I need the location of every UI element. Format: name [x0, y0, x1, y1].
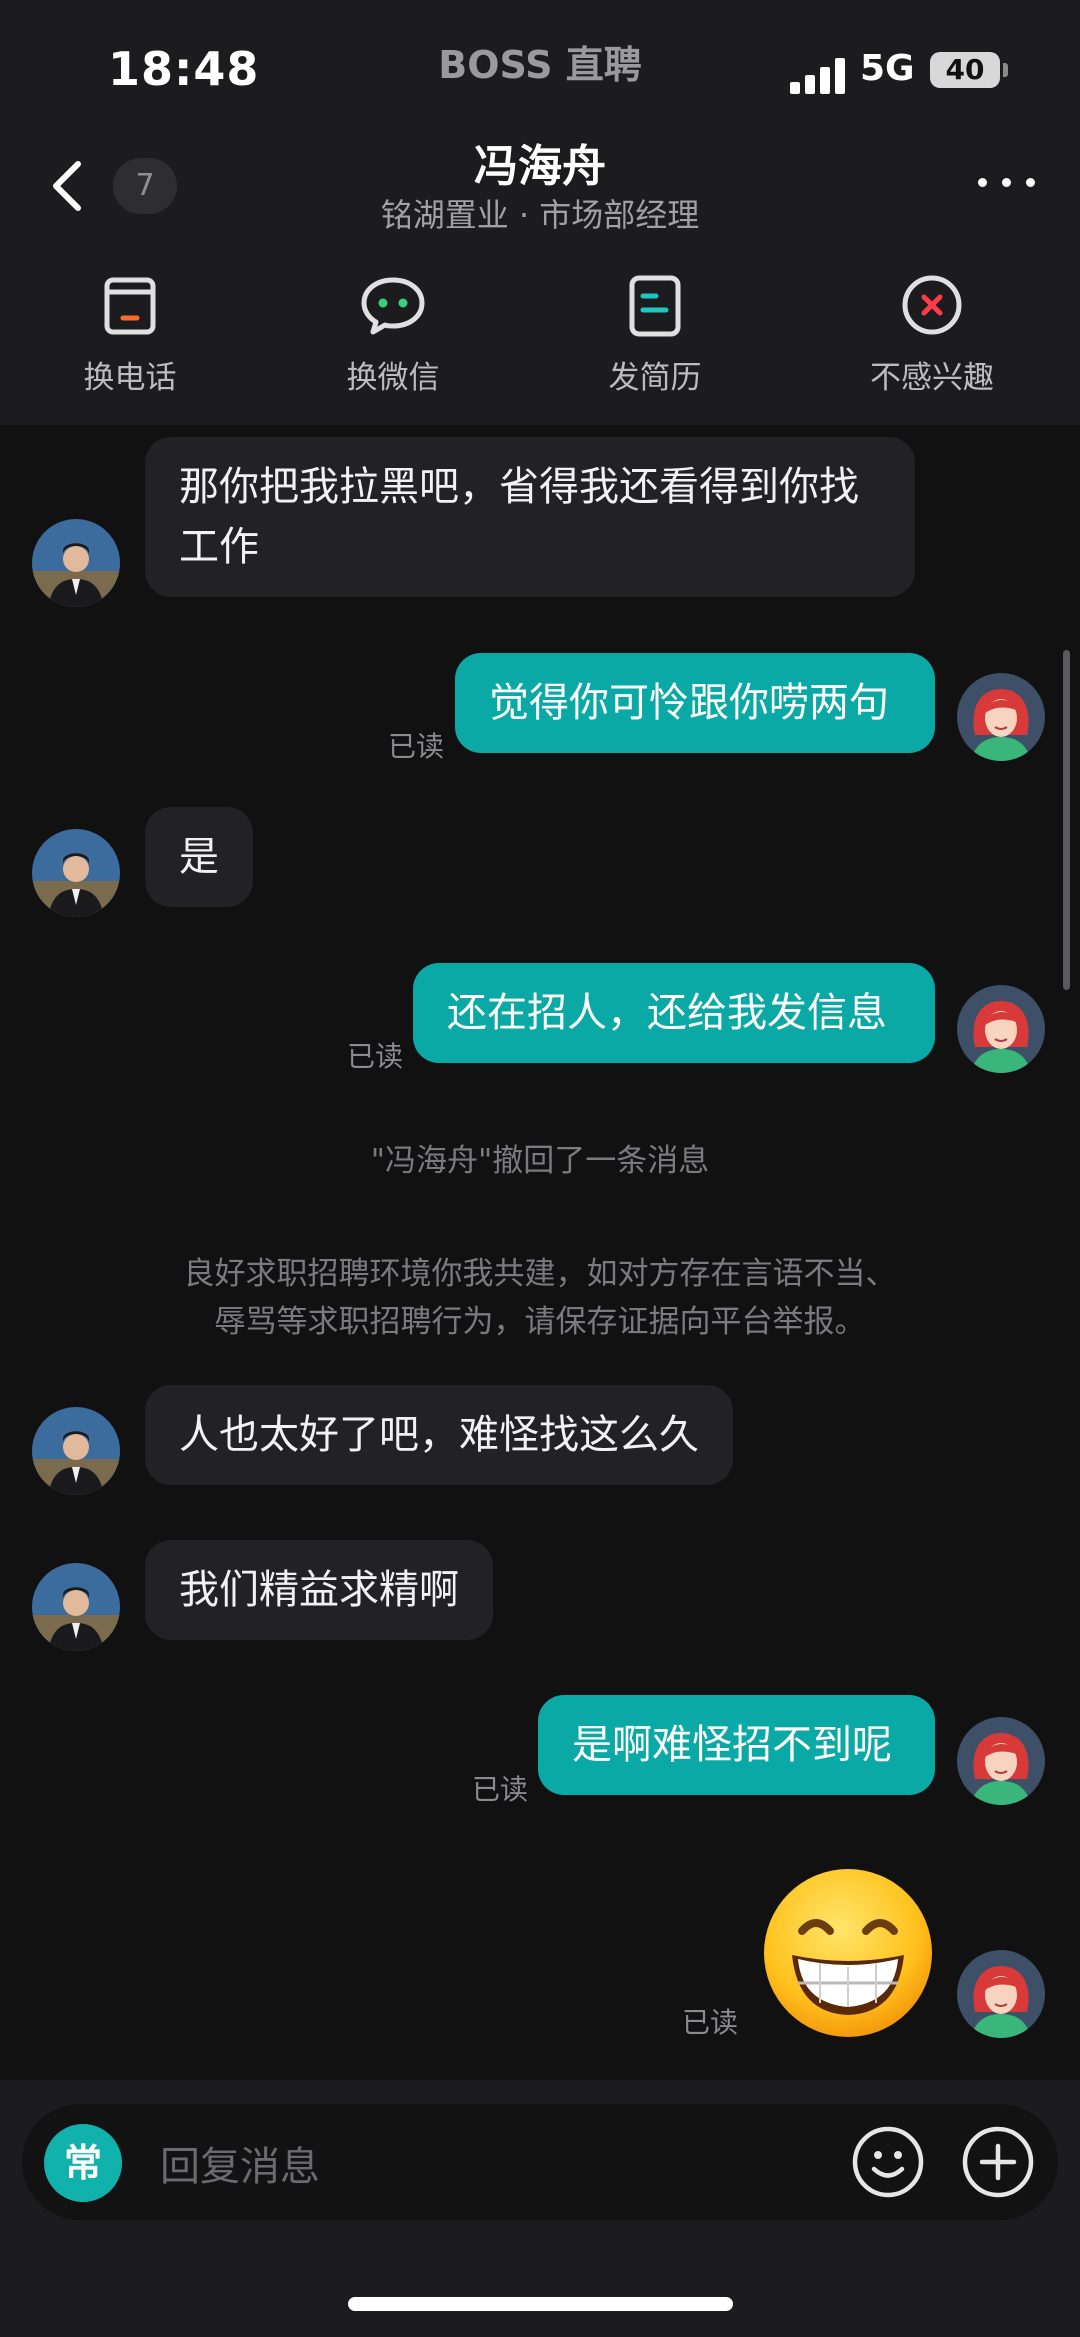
read-status: 已读 — [472, 1773, 529, 1806]
message-list[interactable]: 那你把我拉黑吧，省得我还看得到你找工作 已读 觉得你可怜跟你唠两句 是 已读 还… — [0, 425, 1080, 2080]
recall-notice: "冯海舟"撤回了一条消息 — [370, 1143, 710, 1179]
quick-actions: 换电话 换微信 发简历 不感兴趣 — [0, 265, 1080, 410]
swap-wechat-button[interactable]: 换微信 — [293, 265, 493, 410]
swap-phone-label: 换电话 — [83, 360, 177, 396]
status-bar: 18:48 BOSS 直聘 5G 40 — [0, 38, 1080, 108]
platform-notice-line2: 辱骂等求职招聘行为，请保存证据向平台举报。 — [214, 1304, 866, 1340]
more-options-button[interactable] — [978, 172, 1038, 192]
contact-avatar-image — [32, 829, 120, 917]
user-avatar-image — [957, 1950, 1045, 2038]
not-interested-label: 不感兴趣 — [870, 360, 994, 396]
outgoing-message[interactable]: 还在招人，还给我发信息 — [413, 963, 935, 1063]
wechat-icon — [361, 277, 425, 335]
contact-avatar-image — [32, 1407, 120, 1495]
my-avatar[interactable] — [957, 673, 1045, 761]
incoming-message[interactable]: 人也太好了吧，难怪找这么久 — [145, 1385, 733, 1485]
read-status: 已读 — [347, 1040, 404, 1073]
contact-avatar[interactable] — [32, 519, 120, 607]
contact-avatar[interactable] — [32, 1407, 120, 1495]
resume-icon — [629, 275, 681, 337]
contact-avatar[interactable] — [32, 1563, 120, 1651]
user-avatar-image — [957, 673, 1045, 761]
signal-icon — [790, 56, 848, 94]
battery-icon: 40 — [930, 52, 1008, 88]
not-interested-button[interactable]: 不感兴趣 — [832, 265, 1032, 410]
network-type: 5G — [860, 48, 915, 89]
swap-wechat-label: 换微信 — [346, 360, 440, 396]
scrollbar[interactable] — [1063, 650, 1070, 990]
not-interested-icon — [902, 275, 962, 335]
plus-icon[interactable] — [960, 2124, 1036, 2200]
outgoing-message[interactable]: 是啊难怪招不到呢 — [538, 1695, 935, 1795]
my-avatar[interactable] — [957, 1950, 1045, 2038]
contact-avatar[interactable] — [32, 829, 120, 917]
emoji-icon[interactable] — [850, 2124, 926, 2200]
my-avatar[interactable] — [957, 985, 1045, 1073]
contact-avatar-image — [32, 519, 120, 607]
my-avatar[interactable] — [957, 1717, 1045, 1805]
user-avatar-image — [957, 985, 1045, 1073]
contact-company-title: 铭湖置业 · 市场部经理 — [380, 196, 700, 234]
top-bar: 18:48 BOSS 直聘 5G 40 7 冯海舟 铭湖置业 · 市场部经理 换… — [0, 0, 1080, 425]
incoming-message[interactable]: 那你把我拉黑吧，省得我还看得到你找工作 — [145, 437, 915, 597]
app-name-label: BOSS 直聘 — [438, 43, 642, 87]
send-resume-label: 发简历 — [608, 360, 702, 396]
read-status: 已读 — [682, 2006, 739, 2039]
swap-phone-button[interactable]: 换电话 — [30, 265, 230, 410]
message-input[interactable]: 常 回复消息 — [22, 2104, 1058, 2220]
phone-swap-icon — [104, 277, 156, 335]
incoming-message[interactable]: 我们精益求精啊 — [145, 1540, 493, 1640]
chat-header: 7 冯海舟 铭湖置业 · 市场部经理 — [0, 120, 1080, 250]
platform-notice-line1: 良好求职招聘环境你我共建，如对方存在言语不当、 — [183, 1256, 897, 1292]
user-avatar-image — [957, 1717, 1045, 1805]
common-phrases-button[interactable]: 常 — [44, 2124, 122, 2202]
grinning-face-emoji-message[interactable] — [758, 1863, 938, 2043]
send-resume-button[interactable]: 发简历 — [555, 265, 755, 410]
outgoing-message[interactable]: 觉得你可怜跟你唠两句 — [455, 653, 935, 753]
contact-avatar-image — [32, 1563, 120, 1651]
incoming-message[interactable]: 是 — [145, 807, 253, 907]
home-indicator[interactable] — [348, 2297, 733, 2311]
message-input-placeholder[interactable]: 回复消息 — [160, 2134, 320, 2192]
read-status: 已读 — [388, 730, 445, 763]
contact-name[interactable]: 冯海舟 — [0, 130, 1080, 194]
